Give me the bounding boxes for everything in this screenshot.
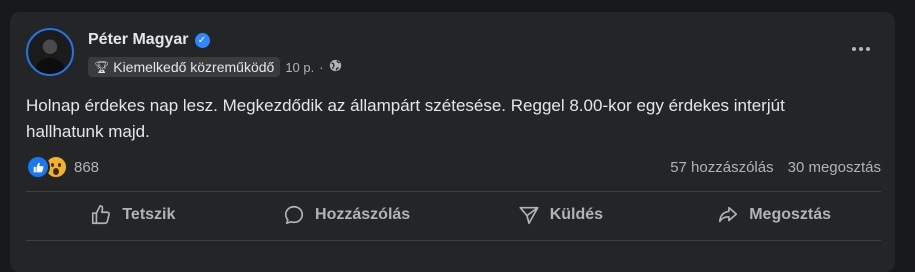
send-button[interactable]: Küldés xyxy=(454,195,668,235)
comment-count[interactable]: 57 hozzászólás xyxy=(670,159,773,176)
engagement-stats: 57 hozzászólás 30 megosztás xyxy=(670,159,881,176)
reactions-summary[interactable]: 868 xyxy=(26,155,99,179)
reaction-count: 868 xyxy=(74,158,100,176)
share-button[interactable]: Megosztás xyxy=(667,195,881,235)
comment-bubble-icon xyxy=(284,205,304,225)
action-bar: Tetszik Hozzászólás Küldés Megosztás xyxy=(26,195,881,235)
wow-mouth xyxy=(53,168,59,175)
badge-label: Kiemelkedő közreműködő xyxy=(113,59,275,75)
wow-eye xyxy=(58,163,61,167)
more-options-button[interactable] xyxy=(843,36,879,62)
share-arrow-icon xyxy=(719,206,738,223)
like-reaction-icon xyxy=(26,155,50,179)
dot-icon xyxy=(866,47,870,51)
wow-eye xyxy=(51,163,54,167)
trophy-icon: 🏆︎ xyxy=(94,60,110,74)
thumbs-up-icon xyxy=(92,205,111,225)
comment-label: Hozzászólás xyxy=(315,206,411,223)
divider xyxy=(26,240,881,241)
like-button[interactable]: Tetszik xyxy=(26,195,240,235)
comment-button[interactable]: Hozzászólás xyxy=(240,195,454,235)
share-count[interactable]: 30 megosztás xyxy=(788,159,881,176)
reaction-icons xyxy=(26,155,68,179)
share-label: Megosztás xyxy=(749,206,832,223)
meta-separator: · xyxy=(319,59,324,75)
contributor-badge[interactable]: 🏆︎ Kiemelkedő közreműködő xyxy=(88,57,281,77)
verified-check-icon: ✓ xyxy=(194,32,210,48)
post-meta: 🏆︎ Kiemelkedő közreműködő 10 p. · xyxy=(88,57,342,77)
send-label: Küldés xyxy=(549,206,604,223)
author-avatar[interactable] xyxy=(26,28,74,76)
divider xyxy=(26,191,881,192)
author-name[interactable]: Péter Magyar xyxy=(88,31,189,49)
post-time[interactable]: 10 p. xyxy=(285,60,314,75)
post-card: Péter Magyar ✓ 🏆︎ Kiemelkedő közreműködő… xyxy=(10,12,895,272)
like-label: Tetszik xyxy=(122,206,176,223)
dot-icon xyxy=(859,47,863,51)
post-stats: 868 57 hozzászólás 30 megosztás xyxy=(26,155,881,179)
avatar-silhouette xyxy=(36,58,64,74)
dot-icon xyxy=(852,47,856,51)
post-text: Holnap érdekes nap lesz. Megkezdődik az … xyxy=(26,96,785,141)
author-row: Péter Magyar ✓ xyxy=(88,31,210,49)
send-icon xyxy=(519,206,539,225)
globe-icon xyxy=(329,59,342,75)
